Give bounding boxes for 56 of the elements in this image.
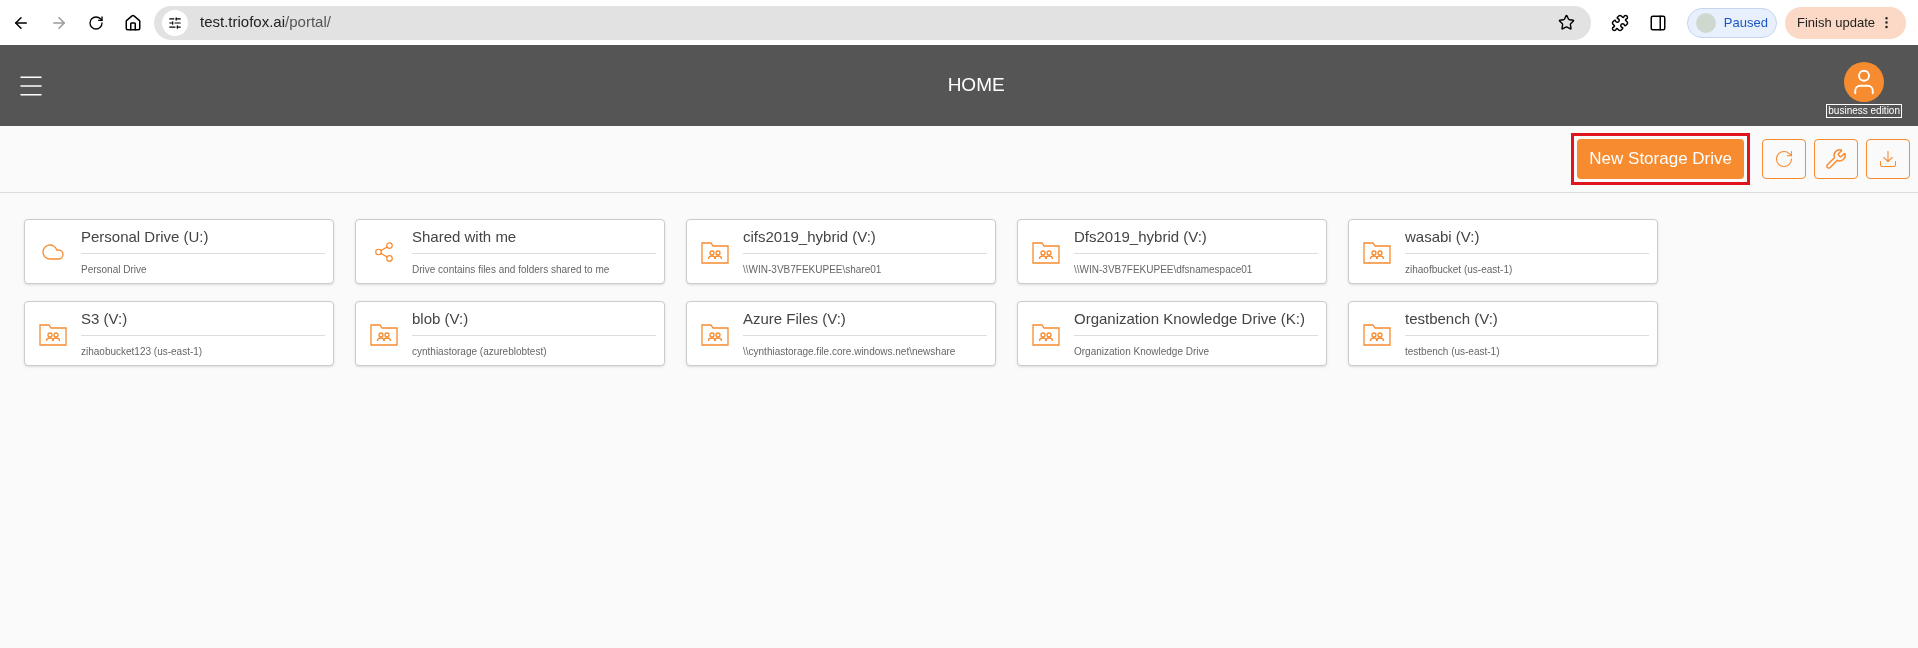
drive-name: Azure Files (V:) [743, 308, 987, 336]
folder-people-icon [370, 321, 398, 346]
drive-description: \\cynthiastorage.file.core.windows.net\newshare [743, 344, 957, 359]
finish-update-button[interactable]: Finish update [1784, 6, 1906, 39]
folder-people-icon [1363, 321, 1391, 346]
drive-card[interactable]: Organization Knowledge Drive (K:) Organization Knowledge Drive [1017, 301, 1327, 366]
drive-name: Personal Drive (U:) [81, 226, 325, 254]
drive-card[interactable]: testbench (V:) testbench (us-east-1) [1348, 301, 1658, 366]
drive-name: cifs2019_hybrid (V:) [743, 226, 987, 254]
drive-card[interactable]: Shared with me Drive contains files and folders shared to me [355, 219, 665, 284]
folder-people-icon [701, 239, 729, 264]
folder-people-icon [1032, 239, 1060, 264]
drive-card[interactable]: S3 (V:) zihaobucket123 (us-east-1) [24, 301, 334, 366]
bookmark-star-icon[interactable] [1557, 14, 1575, 31]
profile-button[interactable]: Paused [1686, 7, 1777, 38]
drive-name: testbench (V:) [1405, 308, 1649, 336]
drive-name: Shared with me [412, 226, 656, 254]
drive-card[interactable]: Dfs2019_hybrid (V:) \\WIN-3VB7FEKUPEE\dfsnamespace01 [1017, 219, 1327, 284]
drive-description: zihaobucket123 (us-east-1) [81, 344, 204, 359]
drive-card[interactable]: blob (V:) cynthiastorage (azureblobtest) [355, 301, 665, 366]
drive-name: Dfs2019_hybrid (V:) [1074, 226, 1318, 254]
page-title: HOME [947, 73, 1005, 98]
url-text: test.triofox.ai/portal/ [200, 12, 332, 33]
drive-description: cynthiastorage (azureblobtest) [412, 344, 548, 359]
download-icon [1878, 149, 1898, 169]
drive-description: Personal Drive [81, 262, 148, 277]
drive-card[interactable]: Azure Files (V:) \\cynthiastorage.file.core.windows.net\newshare [686, 301, 996, 366]
reload-icon[interactable] [88, 14, 104, 31]
wrench-icon [1825, 148, 1847, 170]
drive-description: zihaofbucket (us-east-1) [1405, 262, 1514, 277]
folder-people-icon [39, 321, 67, 346]
drive-name: wasabi (V:) [1405, 226, 1649, 254]
share-icon [373, 240, 395, 263]
drive-card[interactable]: Personal Drive (U:) Personal Drive [24, 219, 334, 284]
user-avatar-icon[interactable] [1844, 61, 1885, 102]
drive-name: blob (V:) [412, 308, 656, 336]
edition-label: business edition [1826, 103, 1902, 118]
drive-name: Organization Knowledge Drive (K:) [1074, 308, 1318, 336]
drive-description: Drive contains files and folders shared to me [412, 262, 611, 277]
folder-people-icon [701, 321, 729, 346]
refresh-icon [1774, 149, 1794, 169]
folder-people-icon [1363, 239, 1391, 264]
drive-description: Organization Knowledge Drive [1074, 344, 1211, 359]
folder-people-icon [1032, 321, 1060, 346]
address-bar[interactable]: test.triofox.ai/portal/ [154, 5, 1591, 40]
extensions-icon[interactable] [1610, 13, 1629, 32]
site-settings-icon[interactable] [168, 15, 182, 30]
drive-description: \\WIN-3VB7FEKUPEE\dfsnamespace01 [1074, 262, 1254, 277]
drive-description: testbench (us-east-1) [1405, 344, 1501, 359]
drive-card[interactable]: wasabi (V:) zihaofbucket (us-east-1) [1348, 219, 1658, 284]
drive-card[interactable]: cifs2019_hybrid (V:) \\WIN-3VB7FEKUPEE\share01 [686, 219, 996, 284]
drive-name: S3 (V:) [81, 308, 325, 336]
profile-avatar-icon [1695, 12, 1716, 33]
drive-description: \\WIN-3VB7FEKUPEE\share01 [743, 262, 883, 277]
home-icon[interactable] [124, 13, 142, 32]
side-panel-icon[interactable] [1648, 13, 1667, 32]
